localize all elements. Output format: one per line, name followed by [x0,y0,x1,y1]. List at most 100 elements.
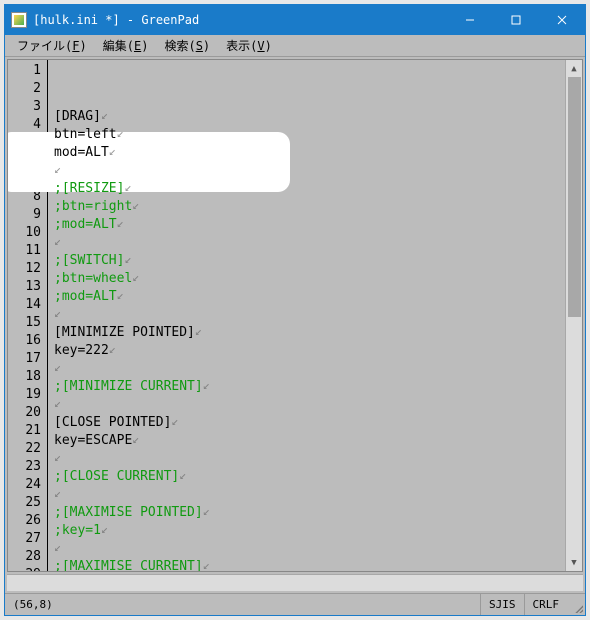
line-number: 26 [8,512,47,530]
statusbar: (56,8) SJIS CRLF [5,593,585,615]
menu-file[interactable]: ファイル(F) [9,35,95,56]
line-number: 21 [8,422,47,440]
code-line[interactable]: ↙ [54,305,565,323]
eol-marker: ↙ [101,520,108,538]
code-line[interactable]: [DRAG]↙ [54,107,565,125]
minimize-icon [465,15,475,25]
code-line[interactable]: ;[MAXIMISE CURRENT]↙ [54,557,565,572]
menubar: ファイル(F) 編集(E) 検索(S) 表示(V) [5,35,585,57]
eol-marker: ↙ [101,106,108,124]
code-line[interactable]: ;mod=ALT↙ [54,287,565,305]
code-line[interactable]: ↙ [54,485,565,503]
code-line[interactable]: ;key=1↙ [54,521,565,539]
eol-marker: ↙ [117,286,124,304]
code-line[interactable]: key=222↙ [54,341,565,359]
menu-view[interactable]: 表示(V) [218,35,280,56]
menu-search[interactable]: 検索(S) [156,35,218,56]
status-encoding: SJIS [480,594,524,615]
close-icon [557,15,567,25]
eol-marker: ↙ [54,160,61,178]
eol-marker: ↙ [124,178,131,196]
app-icon [11,12,27,28]
eol-marker: ↙ [117,214,124,232]
scroll-down-arrow[interactable]: ▼ [566,554,582,571]
eol-marker: ↙ [54,484,61,502]
code-line[interactable]: ;mod=ALT↙ [54,215,565,233]
eol-marker: ↙ [54,448,61,466]
window-title: [hulk.ini *] - GreenPad [33,13,199,27]
status-cursor: (56,8) [5,594,61,615]
code-line[interactable]: ;btn=right↙ [54,197,565,215]
eol-marker: ↙ [203,556,210,572]
line-number: 16 [8,332,47,350]
close-button[interactable] [539,5,585,35]
line-number: 3 [8,98,47,116]
line-number: 11 [8,242,47,260]
line-number: 2 [8,80,47,98]
line-number: 17 [8,350,47,368]
code-line[interactable]: ↙ [54,449,565,467]
eol-marker: ↙ [203,502,210,520]
code-line[interactable]: [CLOSE POINTED]↙ [54,413,565,431]
code-line[interactable]: btn=left↙ [54,125,565,143]
scroll-up-arrow[interactable]: ▲ [566,60,582,77]
code-line[interactable]: ;[RESIZE]↙ [54,179,565,197]
eol-marker: ↙ [54,232,61,250]
eol-marker: ↙ [109,340,116,358]
app-window: [hulk.ini *] - GreenPad ファイル(F) 編集(E) 検索… [4,4,586,616]
line-number: 22 [8,440,47,458]
code-line[interactable]: mod=ALT↙ [54,143,565,161]
code-line[interactable]: ↙ [54,233,565,251]
eol-marker: ↙ [132,430,139,448]
line-number: 24 [8,476,47,494]
eol-marker: ↙ [54,304,61,322]
code-line[interactable]: ;[MAXIMISE POINTED]↙ [54,503,565,521]
line-number: 28 [8,548,47,566]
code-line[interactable]: ;btn=wheel↙ [54,269,565,287]
status-line-ending: CRLF [524,594,568,615]
editor-frame: 1234567891011121314151617181920212223242… [7,59,583,572]
line-number: 29 [8,566,47,572]
eol-marker: ↙ [195,322,202,340]
horizontal-scrollbar[interactable] [7,574,583,591]
code-line[interactable]: ;[MINIMIZE CURRENT]↙ [54,377,565,395]
line-number: 13 [8,278,47,296]
minimize-button[interactable] [447,5,493,35]
code-line[interactable]: ↙ [54,359,565,377]
eol-marker: ↙ [54,538,61,556]
line-number: 25 [8,494,47,512]
line-number: 20 [8,404,47,422]
line-number: 14 [8,296,47,314]
code-line[interactable]: ↙ [54,539,565,557]
scroll-thumb[interactable] [568,77,581,317]
code-line[interactable]: ;[CLOSE CURRENT]↙ [54,467,565,485]
line-number: 15 [8,314,47,332]
code-line[interactable]: key=ESCAPE↙ [54,431,565,449]
code-line[interactable]: ;[SWITCH]↙ [54,251,565,269]
code-line[interactable]: ↙ [54,395,565,413]
titlebar[interactable]: [hulk.ini *] - GreenPad [5,5,585,35]
eol-marker: ↙ [179,466,186,484]
eol-marker: ↙ [132,196,139,214]
code-area[interactable]: [DRAG]↙btn=left↙mod=ALT↙↙;[RESIZE]↙;btn=… [48,60,565,571]
line-number: 9 [8,206,47,224]
resize-grip[interactable] [567,594,585,615]
maximize-button[interactable] [493,5,539,35]
line-number: 12 [8,260,47,278]
eol-marker: ↙ [54,394,61,412]
eol-marker: ↙ [203,376,210,394]
code-line[interactable]: [MINIMIZE POINTED]↙ [54,323,565,341]
menu-edit[interactable]: 編集(E) [95,35,157,56]
line-number: 10 [8,224,47,242]
eol-marker: ↙ [117,124,124,142]
eol-marker: ↙ [132,268,139,286]
eol-marker: ↙ [124,250,131,268]
code-line[interactable]: ↙ [54,161,565,179]
maximize-icon [511,15,521,25]
line-number: 1 [8,62,47,80]
vertical-scrollbar[interactable]: ▲ ▼ [565,60,582,571]
line-number: 23 [8,458,47,476]
line-number: 19 [8,386,47,404]
line-number: 18 [8,368,47,386]
line-number: 27 [8,530,47,548]
